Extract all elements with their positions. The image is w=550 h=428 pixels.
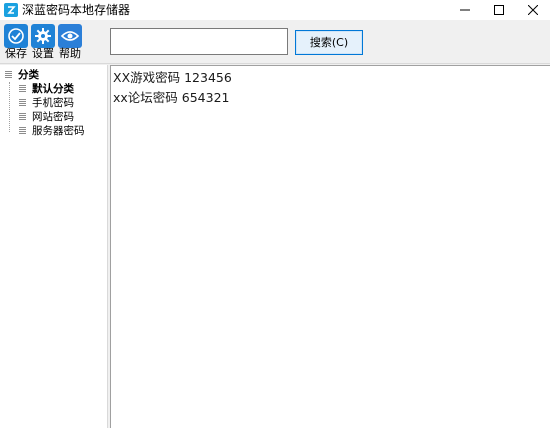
minimize-button[interactable] [448,0,482,20]
password-entry: xx论坛密码 654321 [113,90,230,105]
category-tree: 分类 默认分类 手机密码 网站密码 服务器密码 [0,65,108,428]
help-button[interactable]: 帮助 [57,22,83,62]
tree-node-icon [5,71,12,79]
window-title: 深蓝密码本地存储器 [22,3,131,17]
tree-node-icon [19,127,26,135]
eye-icon [58,24,82,48]
title-bar: 深蓝密码本地存储器 [0,0,550,20]
gear-icon [31,24,55,48]
maximize-button[interactable] [482,0,516,20]
close-button[interactable] [516,0,550,20]
tree-connector [9,82,10,132]
maximize-icon [494,5,504,15]
check-icon [4,24,28,48]
tree-item-label: 默认分类 [32,83,74,95]
tree-node-icon [19,99,26,107]
tree-item-label: 手机密码 [32,97,74,109]
password-content-area[interactable]: XX游戏密码 123456 xx论坛密码 654321 [110,65,550,428]
search-input[interactable] [110,28,288,55]
app-logo-icon [4,3,18,17]
tree-node-icon [19,85,26,93]
tree-root-label: 分类 [18,69,39,81]
tree-item-label: 服务器密码 [32,125,85,137]
search-button[interactable]: 搜索(C) [295,30,363,55]
tree-node-icon [19,113,26,121]
help-label: 帮助 [59,47,81,60]
app-window: 深蓝密码本地存储器 保存 设置 帮助 搜索(C) 分类 默认分类 手机密码 网站… [0,0,550,428]
tree-item-label: 网站密码 [32,111,74,123]
minimize-icon [460,9,470,11]
password-entry: XX游戏密码 123456 [113,70,232,85]
close-icon [528,5,538,15]
